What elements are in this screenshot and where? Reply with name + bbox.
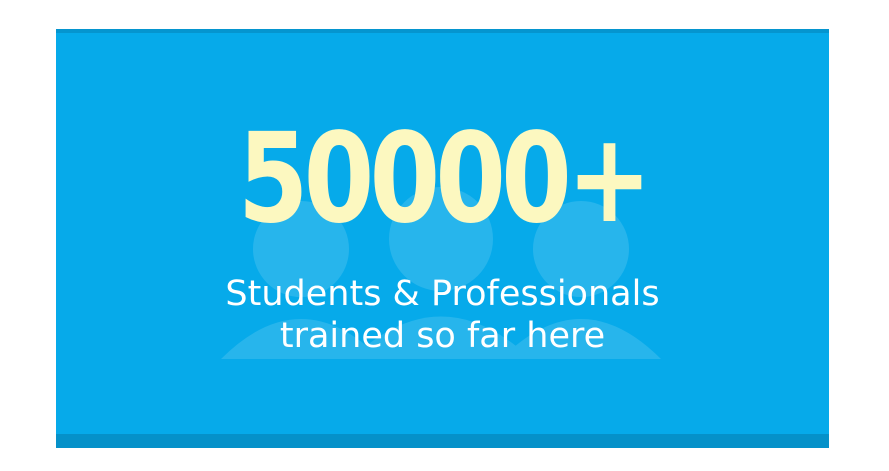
stat-caption-line-1: Students & Professionals <box>225 274 660 314</box>
stat-caption: Students & Professionals trained so far … <box>56 273 829 357</box>
stat-value: 50000+ <box>237 107 652 251</box>
card-top-edge <box>56 29 829 33</box>
card-bottom-band <box>56 434 829 448</box>
stat-card: 50000+ Students & Professionals trained … <box>56 29 829 448</box>
stat-caption-line-2: trained so far here <box>279 316 606 356</box>
